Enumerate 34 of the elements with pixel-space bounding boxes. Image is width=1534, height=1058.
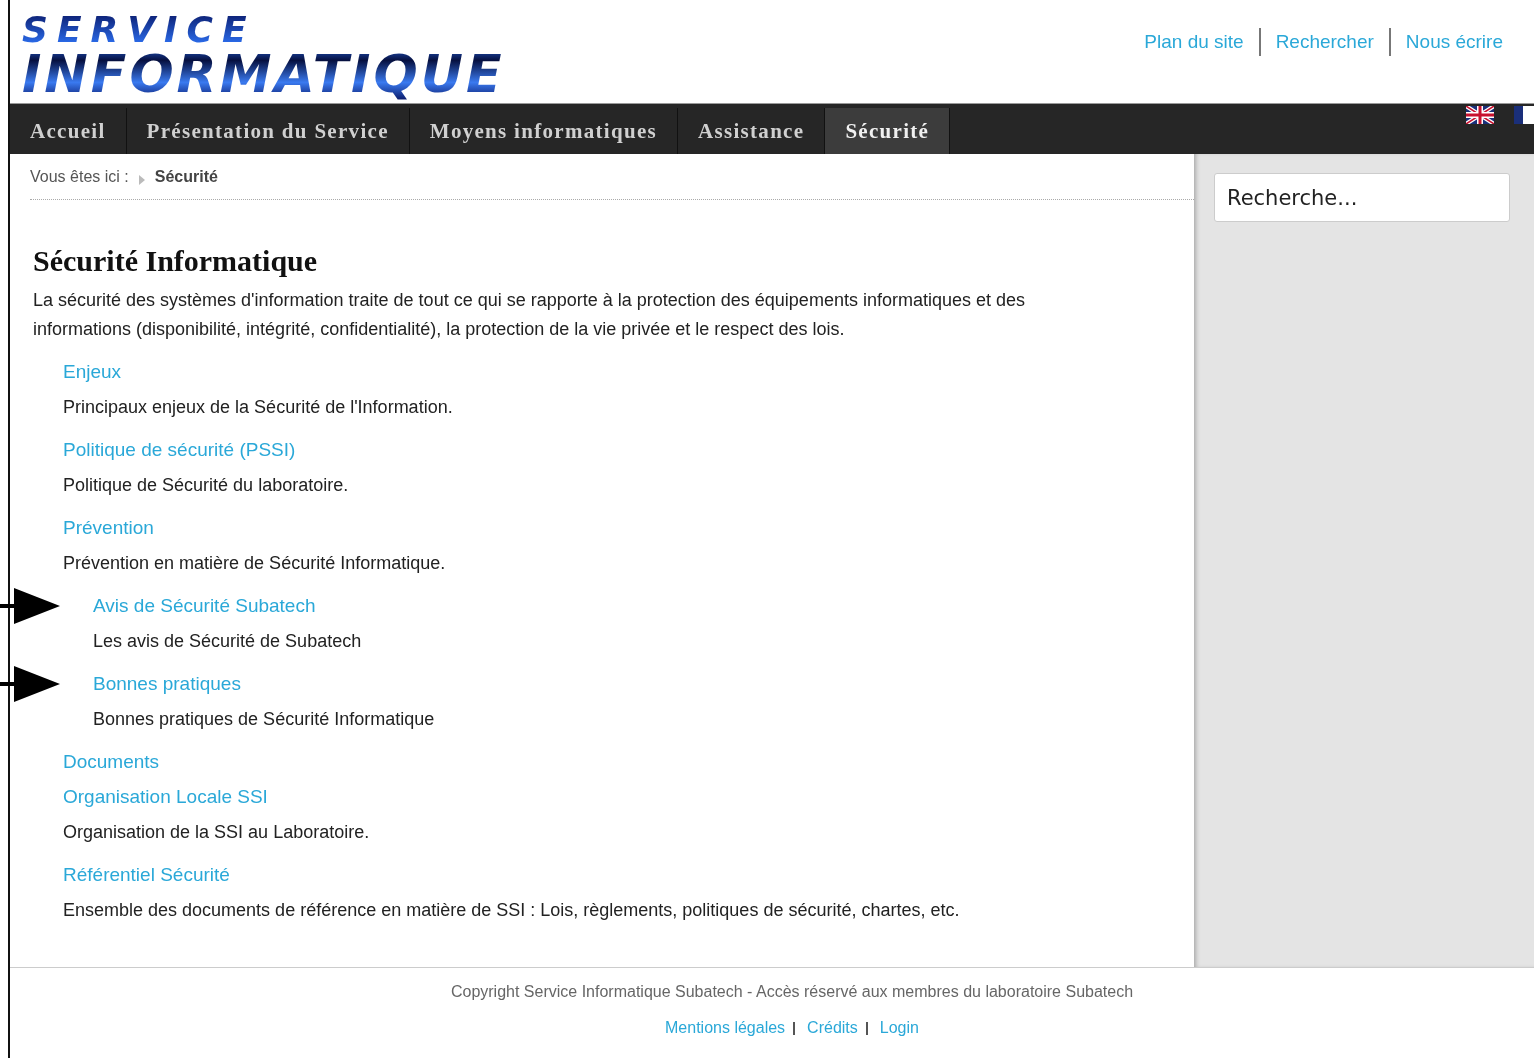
section-description: Politique de Sécurité du laboratoire. xyxy=(63,474,350,497)
page-title: Sécurité Informatique xyxy=(33,244,319,278)
section-description: Les avis de Sécurité de Subatech xyxy=(93,630,363,653)
intro-paragraph: La sécurité des systèmes d'information traite de tout ce qui se rapporte à la protection des équipements informatiques et des informations (disponibilité, intégrité, confidentialité), la protection de la vie privée et le respect des lois. xyxy=(33,289,1026,341)
caret-icon xyxy=(138,174,145,185)
section-description: Prévention en matière de Sécurité Informatique. xyxy=(63,552,447,575)
header-link[interactable]: Plan du site xyxy=(1129,31,1259,53)
nav-tab[interactable]: Moyens informatiques xyxy=(409,108,679,154)
breadcrumb-current: Sécurité xyxy=(154,167,218,186)
nav-tab[interactable]: Sécurité xyxy=(825,108,951,154)
copyright-text: Copyright Service Informatique Subatech - Accès réservé aux membres du laboratoire Subatech xyxy=(450,983,1134,1001)
uk-flag-icon[interactable] xyxy=(1466,106,1494,124)
nav-tab[interactable]: Accueil xyxy=(10,108,127,154)
section-link[interactable]: Référentiel Sécurité xyxy=(63,863,230,887)
header-link[interactable]: Nous écrire xyxy=(1390,31,1518,53)
section-link[interactable]: Avis de Sécurité Subatech xyxy=(93,594,316,618)
header-link[interactable]: Rechercher xyxy=(1260,31,1389,53)
french-flag-icon[interactable] xyxy=(1514,106,1534,124)
section-description: Organisation de la SSI au Laboratoire. xyxy=(63,821,371,844)
section-description: Principaux enjeux de la Sécurité de l'Information. xyxy=(63,396,454,419)
section-link[interactable]: Politique de sécurité (PSSI) xyxy=(63,438,296,462)
section-link[interactable]: Enjeux xyxy=(63,360,122,384)
breadcrumb-label: Vous êtes ici : xyxy=(30,167,129,186)
nav-tab[interactable]: Présentation du Service xyxy=(126,108,410,154)
section-description: Ensemble des documents de référence en matière de SSI : Lois, règlements, politiques de sécurité, chartes, etc. xyxy=(63,899,961,922)
search-field[interactable]: Recherche... xyxy=(1214,173,1510,222)
section-link[interactable]: Prévention xyxy=(63,516,154,540)
footer-link[interactable]: Crédits xyxy=(807,1019,858,1037)
section-link[interactable]: Documents xyxy=(63,750,160,774)
section-link[interactable]: Bonnes pratiques xyxy=(93,672,241,696)
section-link[interactable]: Organisation Locale SSI xyxy=(63,785,268,809)
section-description: Bonnes pratiques de Sécurité Informatique xyxy=(93,708,436,731)
footer-link[interactable]: Login xyxy=(879,1019,919,1037)
footer-link[interactable]: Mentions légales xyxy=(665,1019,786,1037)
